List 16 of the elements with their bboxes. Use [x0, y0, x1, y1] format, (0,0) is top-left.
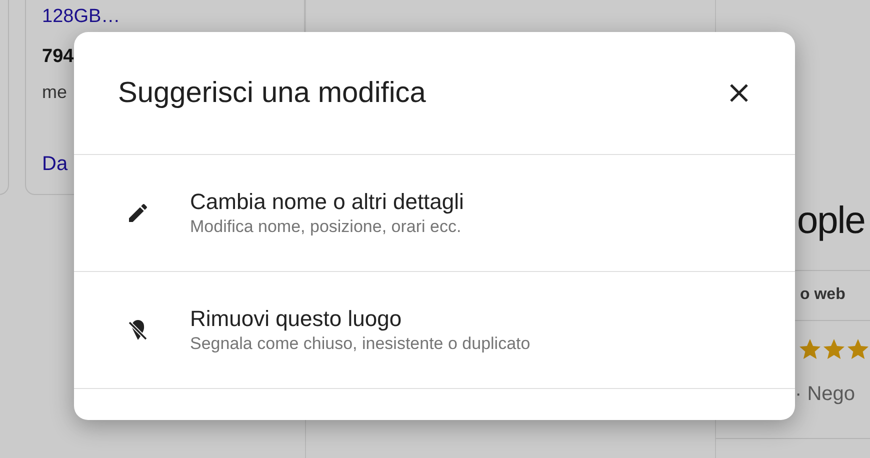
- pencil-icon: [126, 201, 150, 225]
- location-off-icon: [126, 318, 150, 342]
- description-text: me: [42, 82, 68, 103]
- place-title: ople: [797, 200, 865, 243]
- category-text: · Nego: [795, 383, 856, 406]
- action-link[interactable]: Da: [42, 153, 68, 176]
- option-subtitle: Segnala come chiuso, inesistente o duplicato: [190, 333, 530, 355]
- dialog-title: Suggerisci una modifica: [118, 76, 426, 110]
- product-link[interactable]: 128GB…: [42, 6, 120, 28]
- suggestion-option[interactable]: Rimuovi questo luogo Segnala come chiuso, inesistente o duplicato: [74, 272, 795, 389]
- price-text: 794: [42, 46, 74, 68]
- option-title: Cambia nome o altri dettagli: [190, 188, 464, 216]
- option-subtitle: Modifica nome, posizione, orari ecc.: [190, 216, 462, 238]
- option-title: Rimuovi questo luogo: [190, 305, 403, 333]
- website-tab[interactable]: o web: [800, 286, 846, 304]
- suggestion-option[interactable]: Cambia nome o altri dettagli Modifica nome, posizione, orari ecc.: [74, 155, 795, 272]
